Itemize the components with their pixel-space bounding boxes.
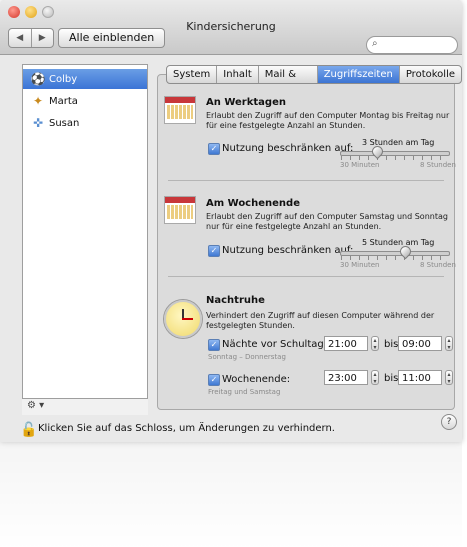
help-button[interactable]: ? xyxy=(441,414,457,430)
user-label: Colby xyxy=(49,73,78,85)
weekday-max-label: 8 Stunden xyxy=(420,161,456,169)
user-list: ⚽ Colby ✦ Marta ✜ Susan xyxy=(22,64,148,414)
window-reflection xyxy=(0,442,462,547)
weekend-nights-from-stepper[interactable]: ▴ ▾ xyxy=(371,370,379,385)
preferences-window: Kindersicherung ◀ ▶ Alle einblenden ⌕ ⚽ … xyxy=(0,0,462,442)
weekend-slider-ticks xyxy=(341,256,447,260)
calendar-weekend-icon xyxy=(164,196,196,224)
school-nights-checkbox[interactable]: ✓ xyxy=(208,339,220,351)
weekend-limit-checkbox[interactable]: ✓ xyxy=(208,245,220,257)
weekday-min-label: 30 Minuten xyxy=(340,161,380,169)
weekend-nights-sublabel: Freitag und Samstag xyxy=(208,388,281,396)
back-icon[interactable]: ◀ xyxy=(9,29,31,47)
weekday-slider-ticks xyxy=(341,156,447,160)
school-nights-to-label: bis xyxy=(384,339,399,350)
dragonfly-icon: ✜ xyxy=(32,116,44,130)
search-input[interactable]: ⌕ xyxy=(366,36,458,54)
forward-icon[interactable]: ▶ xyxy=(30,29,54,47)
tab-zugriffszeiten[interactable]: Zugriffszeiten xyxy=(316,66,399,83)
tab-mail-ichat[interactable]: Mail & iChat xyxy=(257,66,317,83)
user-label: Susan xyxy=(49,117,80,129)
close-button[interactable] xyxy=(8,6,20,18)
nav-segment: ◀ ▶ xyxy=(8,28,54,48)
school-nights-from-stepper[interactable]: ▴ ▾ xyxy=(371,336,379,351)
weekday-title: An Werktagen xyxy=(206,97,286,108)
lock-hint: Klicken Sie auf das Schloss, um Änderung… xyxy=(38,423,335,434)
weekend-nights-checkbox[interactable]: ✓ xyxy=(208,374,220,386)
weekend-nights-to-field[interactable]: 11:00 xyxy=(398,370,442,385)
weekday-limit-checkbox[interactable]: ✓ xyxy=(208,143,220,155)
clock-icon xyxy=(164,300,202,338)
bedtime-title: Nachtruhe xyxy=(206,295,265,306)
minimize-button[interactable] xyxy=(25,6,37,18)
bedtime-description: Verhindert den Zugriff auf diesen Comput… xyxy=(206,311,435,330)
gear-icon[interactable]: ⚙ ▾ xyxy=(27,400,44,411)
weekend-max-label: 8 Stunden xyxy=(420,261,456,269)
title-bar: Kindersicherung ◀ ▶ Alle einblenden ⌕ xyxy=(0,0,462,55)
section-divider xyxy=(168,276,444,277)
tab-inhalt[interactable]: Inhalt xyxy=(216,66,257,83)
tab-protokolle[interactable]: Protokolle xyxy=(398,66,461,83)
user-item-colby[interactable]: ⚽ Colby xyxy=(23,69,147,89)
tab-bar: System Inhalt Mail & iChat Zugriffszeite… xyxy=(166,65,462,84)
weekend-nights-label: Wochenende: xyxy=(222,374,291,385)
weekday-slider-value: 3 Stunden am Tag xyxy=(362,138,435,147)
weekend-title: Am Wochenende xyxy=(206,198,300,209)
search-icon: ⌕ xyxy=(372,38,378,49)
user-item-susan[interactable]: ✜ Susan xyxy=(23,113,147,133)
weekend-description: Erlaubt den Zugriff auf den Computer Sam… xyxy=(206,212,448,231)
weekend-slider-value: 5 Stunden am Tag xyxy=(362,238,435,247)
weekend-nights-to-label: bis xyxy=(384,373,399,384)
section-divider xyxy=(168,180,444,181)
calendar-weekday-icon xyxy=(164,96,196,124)
school-nights-from-field[interactable]: 21:00 xyxy=(324,336,368,351)
reflection-surface xyxy=(0,442,462,547)
butterfly-icon: ✦ xyxy=(32,94,44,108)
weekend-nights-to-stepper[interactable]: ▴ ▾ xyxy=(445,370,453,385)
user-label: Marta xyxy=(49,95,78,107)
zoom-button[interactable] xyxy=(42,6,54,18)
padlock-icon[interactable]: 🔓 xyxy=(20,422,37,438)
show-all-button[interactable]: Alle einblenden xyxy=(58,28,166,48)
school-nights-sublabel: Sonntag – Donnerstag xyxy=(208,353,286,361)
soccer-ball-icon: ⚽ xyxy=(30,72,46,86)
school-nights-to-field[interactable]: 09:00 xyxy=(398,336,442,351)
sidebar-footer: ⚙ ▾ xyxy=(22,398,148,415)
weekday-limit-label: Nutzung beschränken auf: xyxy=(222,143,354,154)
tab-system[interactable]: System xyxy=(167,66,216,83)
school-nights-label: Nächte vor Schultagen: xyxy=(222,339,340,350)
school-nights-to-stepper[interactable]: ▴ ▾ xyxy=(445,336,453,351)
user-item-marta[interactable]: ✦ Marta xyxy=(23,91,147,111)
weekend-limit-label: Nutzung beschränken auf: xyxy=(222,245,354,256)
weekday-description: Erlaubt den Zugriff auf den Computer Mon… xyxy=(206,111,450,130)
weekend-min-label: 30 Minuten xyxy=(340,261,380,269)
weekend-nights-from-field[interactable]: 23:00 xyxy=(324,370,368,385)
